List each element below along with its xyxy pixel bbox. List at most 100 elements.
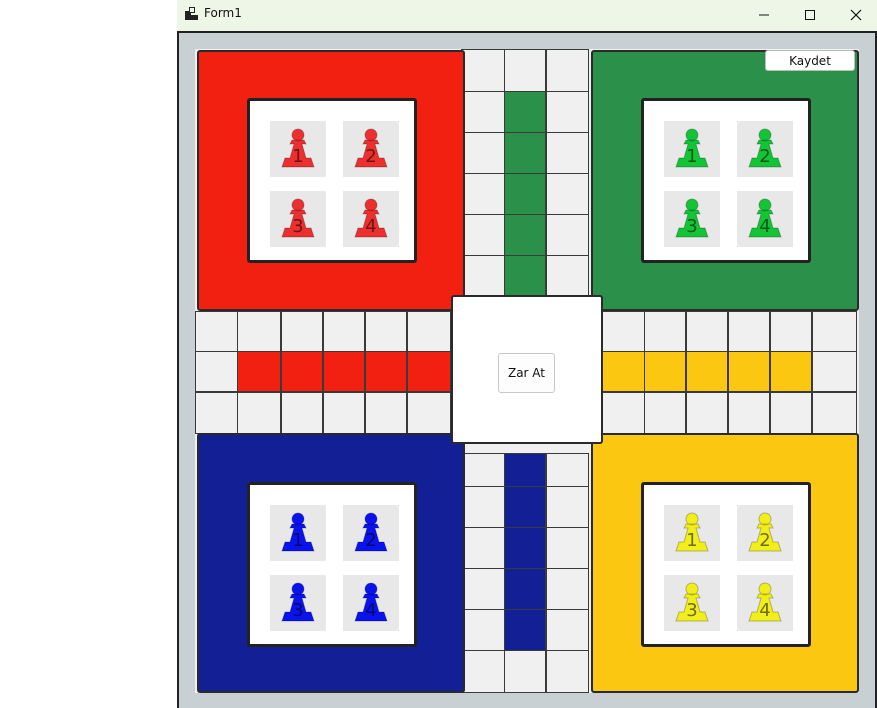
pawn-icon: 3	[281, 582, 315, 622]
pawn-icon: 1	[281, 512, 315, 552]
maximize-button[interactable]	[787, 0, 833, 30]
red-home-lane-cell	[237, 351, 281, 392]
pawn-icon: 4	[354, 198, 388, 238]
red-pawn-1[interactable]: 1	[270, 121, 326, 177]
path-cell	[812, 351, 857, 392]
path-cell	[546, 91, 589, 133]
yellow-home-lane-cell	[770, 351, 812, 392]
blue-pawn-2[interactable]: 2	[343, 505, 399, 561]
close-icon	[850, 9, 862, 21]
app-window: Form1 1 2 3 4 1 2 3 4 1 2 3 4 1 2 3 4 Zar At Kaydet	[177, 0, 877, 708]
blue-home-lane-cell	[504, 568, 546, 610]
path-cell	[461, 173, 505, 215]
path-cell	[365, 311, 407, 353]
path-cell	[770, 311, 812, 353]
path-cell	[728, 392, 770, 434]
blue-pawn-4[interactable]: 4	[343, 575, 399, 631]
blue-pawn-3[interactable]: 3	[270, 575, 326, 631]
path-cell	[601, 311, 645, 353]
close-button[interactable]	[833, 0, 877, 30]
blue-home-lane-cell	[504, 609, 546, 651]
pawn-number: 2	[365, 146, 376, 167]
pawn-number: 1	[292, 146, 303, 167]
path-cell	[195, 311, 239, 353]
yellow-pawn-2[interactable]: 2	[737, 505, 793, 561]
red-home-base: 1 2 3 4	[247, 98, 417, 263]
center-dice-panel: Zar At	[451, 295, 603, 444]
pawn-icon: 3	[281, 198, 315, 238]
path-cell	[686, 392, 728, 434]
green-pawn-1[interactable]: 1	[664, 121, 720, 177]
maximize-icon	[805, 10, 815, 20]
path-cell	[323, 311, 365, 353]
minimize-button[interactable]	[741, 0, 787, 30]
pawn-icon: 2	[354, 128, 388, 168]
path-cell	[461, 527, 505, 569]
green-pawn-4[interactable]: 4	[737, 191, 793, 247]
pawn-number: 2	[759, 146, 770, 167]
path-cell	[770, 392, 812, 434]
path-cell	[812, 392, 857, 434]
pawn-icon: 2	[748, 128, 782, 168]
roll-dice-button[interactable]: Zar At	[498, 353, 555, 393]
path-cell	[323, 392, 365, 434]
pawn-icon: 4	[354, 582, 388, 622]
yellow-pawn-1[interactable]: 1	[664, 505, 720, 561]
yellow-home-lane-cell	[728, 351, 770, 392]
path-cell	[546, 609, 589, 651]
path-cell	[644, 392, 686, 434]
form-client-area: 1 2 3 4 1 2 3 4 1 2 3 4 1 2 3 4 Zar At Kaydet	[177, 31, 877, 708]
red-pawn-2[interactable]: 2	[343, 121, 399, 177]
pawn-icon: 4	[748, 198, 782, 238]
path-cell	[546, 49, 589, 92]
path-cell	[728, 311, 770, 353]
window-title: Form1	[204, 6, 242, 20]
pawn-number: 3	[292, 216, 303, 237]
path-cell	[644, 311, 686, 353]
app-icon	[185, 7, 198, 20]
save-button[interactable]: Kaydet	[765, 50, 855, 71]
blue-pawn-1[interactable]: 1	[270, 505, 326, 561]
path-cell	[546, 214, 589, 256]
red-home-lane-cell	[365, 351, 407, 392]
green-pawn-2[interactable]: 2	[737, 121, 793, 177]
yellow-pawn-3[interactable]: 3	[664, 575, 720, 631]
pawn-number: 2	[365, 530, 376, 551]
yellow-home-lane-cell	[601, 351, 645, 392]
pawn-number: 3	[292, 600, 303, 621]
green-home-yard: 1 2 3 4	[591, 50, 859, 311]
title-bar[interactable]: Form1	[177, 0, 877, 30]
yellow-pawn-4[interactable]: 4	[737, 575, 793, 631]
path-cell	[461, 609, 505, 651]
pawn-number: 4	[759, 600, 770, 621]
blue-home-yard: 1 2 3 4	[197, 433, 465, 693]
path-cell	[461, 486, 505, 528]
pawn-icon: 3	[675, 582, 709, 622]
green-home-lane-cell	[504, 132, 546, 174]
path-cell	[407, 311, 451, 353]
pawn-number: 1	[292, 530, 303, 551]
green-home-lane-cell	[504, 91, 546, 133]
red-pawn-4[interactable]: 4	[343, 191, 399, 247]
path-cell	[546, 650, 589, 693]
blue-home-base: 1 2 3 4	[247, 482, 417, 647]
pawn-icon: 4	[748, 582, 782, 622]
blue-home-lane-cell	[504, 486, 546, 528]
path-cell	[237, 392, 281, 434]
path-cell	[461, 132, 505, 174]
path-cell	[601, 392, 645, 434]
green-home-lane-cell	[504, 214, 546, 256]
blue-home-lane-cell	[504, 527, 546, 569]
pawn-number: 4	[365, 216, 376, 237]
pawn-icon: 1	[281, 128, 315, 168]
red-pawn-3[interactable]: 3	[270, 191, 326, 247]
path-cell	[686, 311, 728, 353]
yellow-home-base: 1 2 3 4	[641, 482, 811, 647]
minimize-icon	[759, 14, 769, 16]
red-home-lane-cell	[323, 351, 365, 392]
path-cell	[812, 311, 857, 353]
yellow-home-yard: 1 2 3 4	[591, 433, 859, 693]
path-cell	[546, 173, 589, 215]
pawn-icon: 1	[675, 512, 709, 552]
green-pawn-3[interactable]: 3	[664, 191, 720, 247]
